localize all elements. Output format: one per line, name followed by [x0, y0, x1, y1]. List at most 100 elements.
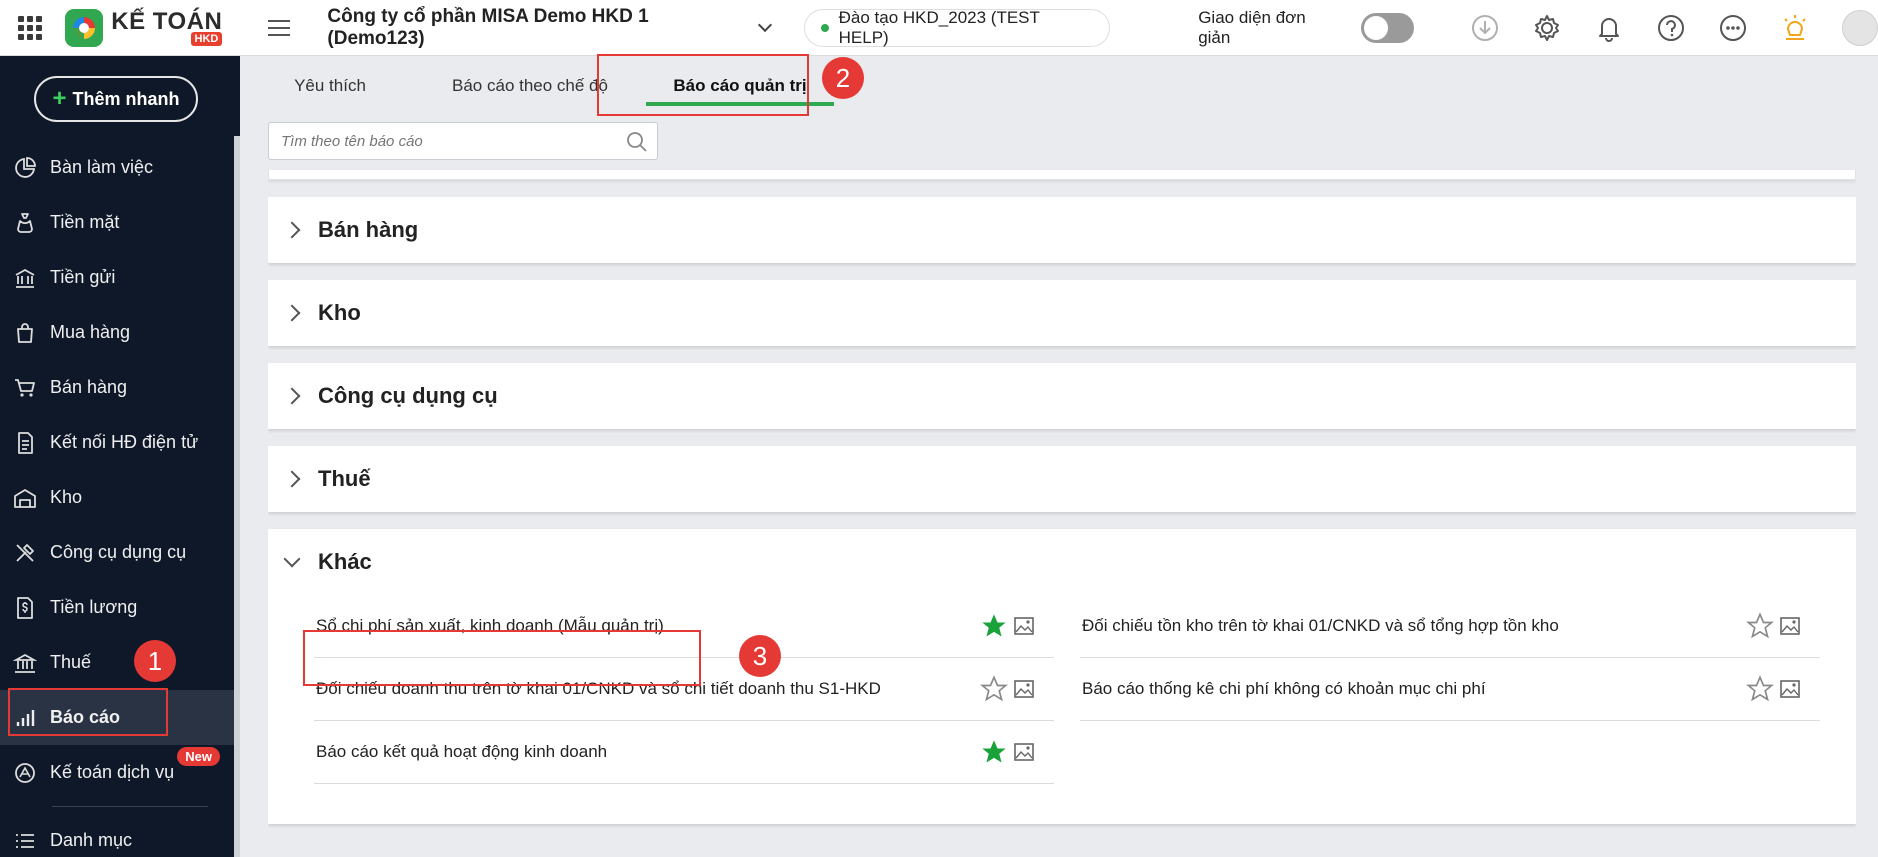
group-title: Thuế: [318, 466, 371, 491]
report-search-box: [268, 122, 658, 160]
highlight-box-management-tab: [597, 54, 809, 116]
preview-image-icon[interactable]: [1012, 740, 1036, 764]
report-item[interactable]: Đối chiếu tồn kho trên tờ khai 01/CNKD v…: [1080, 595, 1820, 658]
company-name: Công ty cổ phần MISA Demo HKD 1 (Demo123…: [327, 5, 649, 49]
preview-image-icon[interactable]: [1778, 614, 1802, 638]
user-avatar[interactable]: [1842, 9, 1878, 46]
group-header[interactable]: Thuế: [268, 446, 1856, 512]
star-filled-icon[interactable]: [980, 612, 1008, 640]
group-title: Bán hàng: [318, 217, 419, 242]
download-icon[interactable]: [1464, 7, 1506, 49]
chevron-right-icon: [283, 470, 301, 488]
quick-add-button[interactable]: + Thêm nhanh: [34, 76, 198, 122]
more-options-icon[interactable]: [1712, 7, 1754, 49]
database-selector[interactable]: Đào tạo HKD_2023 (TEST HELP): [803, 7, 1111, 47]
search-input[interactable]: [269, 123, 609, 159]
group-title: Công cụ dụng cụ: [318, 383, 498, 408]
star-outline-icon[interactable]: [980, 675, 1008, 703]
report-item[interactable]: Báo cáo thống kê chi phí không có khoản …: [1080, 658, 1820, 721]
sidebar-item-label: Bàn làm việc: [50, 157, 154, 177]
sidebar-item-cash[interactable]: Tiền mặt: [0, 195, 234, 250]
previous-group-edge: [268, 170, 1856, 180]
hamburger-menu-icon[interactable]: [262, 0, 296, 56]
invoice-icon: [12, 430, 38, 456]
plus-icon: +: [52, 85, 67, 112]
sidebar-item-label: Kết nối HĐ điện tử: [50, 432, 199, 452]
sidebar-item-accounting-service[interactable]: Kế toán dịch vụ New: [0, 745, 234, 800]
money-bag-icon: [12, 210, 38, 236]
shopping-bag-icon: [12, 320, 38, 346]
group-header[interactable]: Kho: [268, 280, 1856, 346]
cart-icon: [12, 375, 38, 401]
sidebar-item-dashboard[interactable]: Bàn làm việc: [0, 140, 234, 195]
tab-favorites[interactable]: Yêu thích: [240, 56, 420, 116]
chevron-right-icon: [283, 387, 301, 405]
sidebar-item-label: Thuế: [50, 652, 92, 672]
report-title[interactable]: Báo cáo thống kê chi phí không có khoản …: [1082, 679, 1746, 699]
company-selector[interactable]: Công ty cổ phần MISA Demo HKD 1 (Demo123…: [327, 5, 772, 50]
highlight-box-report-item: [303, 630, 701, 686]
star-outline-icon[interactable]: [1746, 675, 1774, 703]
sidebar-item-label: Kế toán dịch vụ: [50, 762, 175, 782]
sidebar-item-sales[interactable]: Bán hàng: [0, 360, 234, 415]
sidebar-item-label: Công cụ dụng cụ: [50, 542, 187, 562]
sidebar-item-warehouse[interactable]: Kho: [0, 470, 234, 525]
group-tools: Công cụ dụng cụ: [268, 363, 1856, 429]
notification-bell-icon[interactable]: [1588, 7, 1630, 49]
star-filled-icon[interactable]: [980, 738, 1008, 766]
sidebar-item-salary[interactable]: Tiền lương: [0, 580, 234, 635]
logo-title: KẾ TOÁN: [111, 7, 223, 35]
sidebar-item-tax[interactable]: Thuế: [0, 635, 234, 690]
chevron-right-icon: [283, 221, 301, 239]
dashboard-icon: [12, 155, 38, 181]
report-title[interactable]: Đối chiếu tồn kho trên tờ khai 01/CNKD v…: [1082, 616, 1746, 636]
status-dot: [820, 23, 829, 32]
group-header[interactable]: Công cụ dụng cụ: [268, 363, 1856, 429]
bank-icon: [12, 265, 38, 291]
sidebar-item-tools[interactable]: Công cụ dụng cụ: [0, 525, 234, 580]
search-icon[interactable]: [625, 130, 649, 154]
salary-icon: [12, 595, 38, 621]
tax-icon: [12, 650, 38, 676]
star-outline-icon[interactable]: [1746, 612, 1774, 640]
sidebar-item-label: Bán hàng: [50, 377, 128, 397]
group-sales: Bán hàng: [268, 197, 1856, 263]
group-title: Kho: [318, 300, 361, 325]
preview-image-icon[interactable]: [1778, 677, 1802, 701]
sidebar-item-einvoice[interactable]: Kết nối HĐ điện tử: [0, 415, 234, 470]
logo-badge: HKD: [190, 31, 223, 46]
sidebar-item-catalog[interactable]: Danh mục: [0, 813, 234, 857]
report-tabs: Yêu thích Báo cáo theo chế độ Báo cáo qu…: [240, 56, 1878, 116]
tips-lightbulb-icon[interactable]: [1774, 7, 1816, 49]
sidebar-item-deposit[interactable]: Tiền gửi: [0, 250, 234, 305]
database-name: Đào tạo HKD_2023 (TEST HELP): [838, 7, 1040, 47]
step-number-badge: 1: [134, 640, 176, 682]
group-header[interactable]: Bán hàng: [268, 197, 1856, 263]
sidebar-item-purchase[interactable]: Mua hàng: [0, 305, 234, 360]
apps-grid-icon[interactable]: [0, 0, 59, 56]
group-warehouse: Kho: [268, 280, 1856, 346]
help-icon[interactable]: [1650, 7, 1692, 49]
app-logo[interactable]: KẾ TOÁN HKD: [59, 0, 262, 56]
list-icon: [12, 828, 38, 854]
logo-icon: [65, 8, 104, 47]
warehouse-icon: [12, 485, 38, 511]
chevron-down-icon: [757, 17, 772, 32]
sidebar-item-label: Tiền mặt: [50, 212, 120, 232]
preview-image-icon[interactable]: [1012, 677, 1036, 701]
chevron-down-icon: [283, 550, 301, 568]
report-list: Sổ chi phí sản xuất, kinh doanh (Mẫu quả…: [268, 595, 1856, 784]
group-tax: Thuế: [268, 446, 1856, 512]
report-title[interactable]: Báo cáo kết quả hoạt động kinh doanh: [316, 742, 980, 762]
sidebar-item-label: Kho: [50, 487, 83, 507]
sidebar-divider: [52, 806, 208, 807]
report-item[interactable]: Báo cáo kết quả hoạt động kinh doanh: [314, 721, 1054, 784]
report-group-list: Bán hàng Kho Công cụ dụng cụ Thuế Khác S…: [268, 170, 1856, 857]
group-header[interactable]: Khác: [268, 529, 1856, 595]
simple-ui-label: Giao diện đơn giản: [1198, 7, 1306, 47]
simple-ui-toggle[interactable]: [1360, 12, 1414, 43]
sidebar-item-label: Danh mục: [50, 830, 133, 850]
preview-image-icon[interactable]: [1012, 614, 1036, 638]
step-number-badge: 3: [739, 635, 781, 677]
settings-gear-icon[interactable]: [1526, 7, 1568, 49]
